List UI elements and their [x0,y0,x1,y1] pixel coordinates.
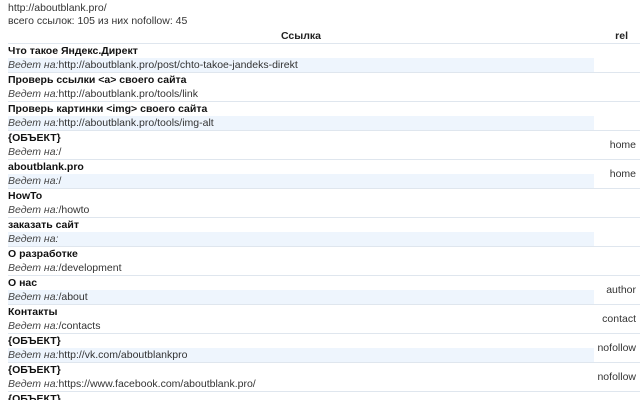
target-prefix-label: Ведет на: [8,378,59,390]
table-row: Что такое Яндекс.Директ Ведет на:http://a… [8,43,640,73]
link-target-url[interactable]: /about [58,291,87,303]
link-anchor-text: aboutblank.pro [8,161,84,173]
target-prefix-label: Ведет на: [8,88,59,100]
link-anchor-text: О нас [8,277,38,289]
target-prefix-label: Ведет на: [8,204,59,216]
link-target-url[interactable]: http://aboutblank.pro/tools/img-alt [58,117,213,129]
link-target-line: Ведет на:/development [8,261,594,275]
link-target-url[interactable]: https://www.facebook.com/aboutblank.pro/ [58,378,255,390]
link-cell: О нас Ведет на:/about [8,275,594,305]
table-row: aboutblank.pro Ведет на:/home [8,159,640,189]
target-prefix-label: Ведет на: [8,262,59,274]
column-header-rel: rel [615,30,628,42]
table-row: Проверь ссылки <a> своего сайта Ведет на:… [8,72,640,102]
rel-value: home [594,159,640,189]
link-target-line: Ведет на:/howto [8,203,594,217]
table-row: {ОБЪЕКТ} Ведет на:/home [8,130,640,160]
table-row: HowTo Ведет на:/howto [8,188,640,218]
target-prefix-label: Ведет на: [8,233,59,245]
link-anchor-text: {ОБЪЕКТ} [8,393,61,400]
rel-value [594,246,640,276]
link-target-line: Ведет на:/about [8,290,594,304]
link-anchor-text: заказать сайт [8,219,79,231]
table-row: Проверь картинки <img> своего сайта Ведет… [8,101,640,131]
table-row: {ОБЪЕКТ}Ведет на:nofollow [8,391,640,400]
table-row: О разработке Ведет на:/development [8,246,640,276]
table-row: О нас Ведет на:/about author [8,275,640,305]
link-cell: Что такое Яндекс.Директ Ведет на:http://a… [8,43,594,73]
link-anchor-text: HowTo [8,190,43,202]
link-cell: Контакты Ведет на:/contacts [8,304,594,334]
target-prefix-label: Ведет на: [8,59,59,71]
table-row: {ОБЪЕКТ} Ведет на:http://vk.com/aboutblan… [8,333,640,363]
link-target-line: Ведет на:http://vk.com/aboutblankpro [8,348,594,362]
rel-value: nofollow [594,362,640,392]
link-cell: О разработке Ведет на:/development [8,246,594,276]
rel-value [594,101,640,131]
rel-value: author [594,275,640,305]
link-target-url[interactable]: http://aboutblank.pro/tools/link [58,88,198,100]
link-target-line: Ведет на:http://aboutblank.pro/tools/lin… [8,87,594,101]
table-row: заказать сайт Ведет на: [8,217,640,247]
link-cell: HowTo Ведет на:/howto [8,188,594,218]
link-anchor-text: Проверь картинки <img> своего сайта [8,103,208,115]
target-prefix-label: Ведет на: [8,320,59,332]
link-target-url[interactable]: http://vk.com/aboutblankpro [58,349,187,361]
link-target-line: Ведет на:https://www.facebook.com/aboutb… [8,377,594,391]
rel-value: home [594,130,640,160]
link-cell: заказать сайт Ведет на: [8,217,594,247]
target-prefix-label: Ведет на: [8,175,59,187]
link-report-page: http://aboutblank.pro/ всего ссылок: 105… [0,0,640,400]
rel-value [594,217,640,247]
rel-value [594,43,640,73]
link-target-url[interactable]: http://aboutblank.pro/post/chto-takoe-ja… [58,59,297,71]
link-cell: {ОБЪЕКТ}Ведет на: [8,391,594,400]
target-prefix-label: Ведет на: [8,291,59,303]
link-anchor-text: О разработке [8,248,78,260]
table-header-row: Ссылка rel [8,30,640,44]
link-anchor-text: {ОБЪЕКТ} [8,335,61,347]
link-cell: {ОБЪЕКТ} Ведет на:http://vk.com/aboutblan… [8,333,594,363]
target-prefix-label: Ведет на: [8,349,59,361]
link-target-url[interactable]: /contacts [58,320,100,332]
link-anchor-text: Проверь ссылки <a> своего сайта [8,74,187,86]
rel-value: contact [594,304,640,334]
rel-value: nofollow [594,333,640,363]
link-anchor-text: Что такое Яндекс.Директ [8,45,138,57]
table-row: Контакты Ведет на:/contacts contact [8,304,640,334]
link-anchor-text: Контакты [8,306,58,318]
link-target-url[interactable]: /howto [58,204,89,216]
link-target-line: Ведет на: [8,232,594,246]
link-target-url[interactable]: / [58,146,61,158]
link-cell: aboutblank.pro Ведет на:/ [8,159,594,189]
link-target-line: Ведет на:/ [8,145,594,159]
rel-value: nofollow [594,391,640,400]
link-cell: {ОБЪЕКТ} Ведет на:/ [8,130,594,160]
link-target-url[interactable]: / [58,175,61,187]
link-target-url[interactable]: /development [58,262,121,274]
link-anchor-text: {ОБЪЕКТ} [8,364,61,376]
target-prefix-label: Ведет на: [8,146,59,158]
links-table: Ссылка rel Что такое Яндекс.Директ Ведет … [8,30,640,400]
rel-value [594,72,640,102]
target-prefix-label: Ведет на: [8,117,59,129]
link-target-line: Ведет на:/contacts [8,319,594,333]
link-cell: Проверь картинки <img> своего сайта Ведет… [8,101,594,131]
page-url: http://aboutblank.pro/ [8,2,107,14]
link-anchor-text: {ОБЪЕКТ} [8,132,61,144]
links-summary: всего ссылок: 105 из них nofollow: 45 [8,15,188,27]
link-cell: {ОБЪЕКТ} Ведет на:https://www.facebook.co… [8,362,594,392]
column-header-link: Ссылка [280,30,322,42]
table-row: {ОБЪЕКТ} Ведет на:https://www.facebook.co… [8,362,640,392]
link-cell: Проверь ссылки <a> своего сайта Ведет на:… [8,72,594,102]
link-target-line: Ведет на:http://aboutblank.pro/tools/img… [8,116,594,130]
link-target-line: Ведет на:http://aboutblank.pro/post/chto… [8,58,594,72]
rel-value [594,188,640,218]
link-target-line: Ведет на:/ [8,174,594,188]
